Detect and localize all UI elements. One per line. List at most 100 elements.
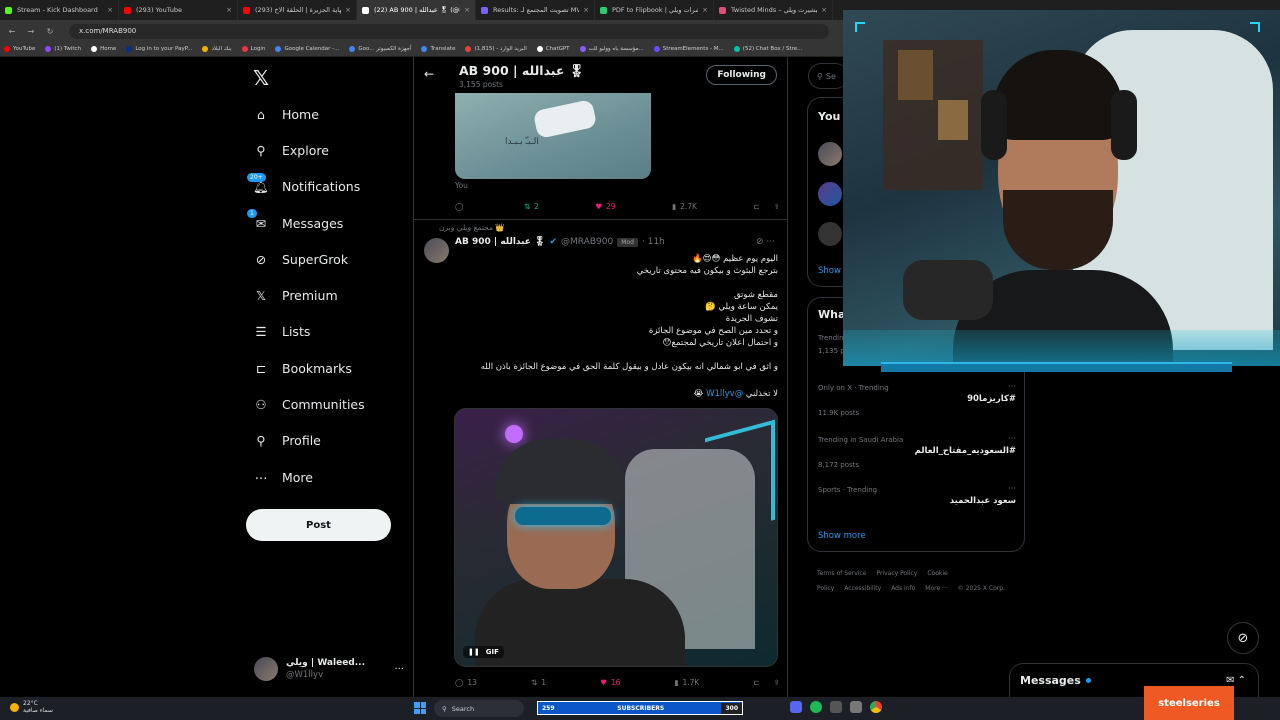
bookmark-item[interactable]: Translate <box>421 46 455 52</box>
spotify-icon[interactable] <box>810 701 822 713</box>
weather-widget[interactable]: 22°C سماء صافية <box>10 700 53 714</box>
show-more-link[interactable]: Show <box>818 266 841 276</box>
browser-tab[interactable]: (293) نهاية الجزيرة | الحلقة الاخ... × <box>238 0 357 20</box>
bookmark-button[interactable]: ⊏ ⇪ <box>753 678 780 687</box>
close-icon[interactable]: × <box>226 6 232 14</box>
footer-link[interactable]: © 2025 X Corp. <box>958 585 1005 592</box>
sidebar-item-premium[interactable]: 𝕏 Premium <box>246 277 365 313</box>
bookmark-button[interactable]: ⊏ ⇪ <box>753 202 780 211</box>
sidebar-item-bookmarks[interactable]: ⊏ Bookmarks <box>246 350 365 386</box>
footer-link[interactable]: More ··· <box>925 585 948 592</box>
following-button[interactable]: Following <box>706 65 777 85</box>
more-dots-icon[interactable]: ··· <box>1008 382 1016 391</box>
post-button[interactable]: Post <box>246 509 391 541</box>
trend-item[interactable]: Sports · Trending سعود عبدالحميد ··· <box>818 484 1016 506</box>
repost-button[interactable]: ⇅ 1 <box>531 678 546 687</box>
bookmark-item[interactable]: (1) Twitch <box>45 46 81 52</box>
more-dots-icon[interactable]: ··· <box>394 664 404 675</box>
post-time[interactable]: · 11h <box>642 237 665 247</box>
close-icon[interactable]: × <box>821 6 827 14</box>
sidebar-item-supergrok[interactable]: ⊘ SuperGrok <box>246 241 365 277</box>
bookmark-item[interactable]: Log in to your PayP... <box>126 46 192 52</box>
share-icon[interactable]: ⇪ <box>774 678 780 687</box>
mention-link[interactable]: @W1llyv <box>706 389 743 399</box>
avatar[interactable] <box>818 142 842 166</box>
x-logo-icon[interactable]: 𝕏 <box>253 66 269 90</box>
sidebar-item-lists[interactable]: ☰ Lists <box>246 314 365 350</box>
gif-pause-button[interactable]: ❚❚ GIF <box>463 646 504 658</box>
sidebar-item-messages[interactable]: ✉ 1 Messages <box>246 205 365 241</box>
compose-and-collapse-icons[interactable]: ✉ ⌃ <box>1226 675 1246 686</box>
footer-link[interactable]: Accessibility <box>844 585 881 592</box>
bookmark-item[interactable]: (52) Chat Box / Stre... <box>733 46 802 52</box>
url-input[interactable]: x.com/MRAB900 <box>69 23 829 39</box>
bookmark-item[interactable]: Home <box>91 46 116 52</box>
close-icon[interactable]: × <box>464 6 470 14</box>
more-dots-icon[interactable]: ··· <box>1008 434 1016 443</box>
bookmark-item[interactable]: ChatGPT <box>536 46 570 52</box>
author-name[interactable]: AB 900 | عبدالله 🎖 <box>455 237 546 247</box>
back-icon[interactable]: ← <box>6 27 18 36</box>
bookmark-item[interactable]: بنك البلاد <box>202 46 232 52</box>
close-icon[interactable]: × <box>107 6 113 14</box>
browser-tab[interactable]: (293) YouTube × <box>119 0 238 20</box>
sidebar-item-notifications[interactable]: 🔔︎ 20+ Notifications <box>246 169 365 205</box>
repost-button[interactable]: ⇅ 2 <box>524 202 539 211</box>
discord-icon[interactable] <box>790 701 802 713</box>
share-icon[interactable]: ⇪ <box>774 202 780 211</box>
reply-button[interactable]: ◯ 13 <box>455 678 477 687</box>
browser-tab[interactable]: Results: تصويت المجتمع لـ MVP... × <box>476 0 595 20</box>
show-more-link[interactable]: Show more <box>818 531 866 541</box>
bookmark-item[interactable]: YouTube <box>4 46 35 52</box>
like-button[interactable]: ♥ 29 <box>595 202 615 211</box>
trend-item[interactable]: Only on X · Trending #كاريزما90 11.9K post… <box>818 382 1016 417</box>
avatar[interactable] <box>424 238 449 263</box>
footer-link[interactable]: Terms of Service <box>817 570 866 577</box>
close-icon[interactable]: × <box>702 6 708 14</box>
sidebar-item-home[interactable]: ⌂ Home <box>246 96 365 132</box>
footer-link[interactable]: Ads info <box>891 585 915 592</box>
reply-button[interactable]: ◯ <box>455 202 467 211</box>
account-switcher[interactable]: ويلي | Waleed... @W1llyv ··· <box>254 654 404 684</box>
forward-icon[interactable]: → <box>25 27 37 36</box>
sidebar-item-explore[interactable]: ⚲ Explore <box>246 132 365 168</box>
back-arrow-icon[interactable]: ← <box>424 67 434 81</box>
views-button[interactable]: ▮ 1.7K <box>674 678 699 687</box>
app-icon[interactable] <box>850 701 862 713</box>
sidebar-item-more[interactable]: ⋯ More <box>246 459 365 495</box>
bookmark-item[interactable]: Login <box>241 46 265 52</box>
gif-light <box>505 425 523 443</box>
reload-icon[interactable]: ↻ <box>44 27 56 36</box>
grok-and-more-icons[interactable]: ⊘ ··· <box>756 237 775 247</box>
avatar[interactable] <box>818 222 842 246</box>
like-button[interactable]: ♥ 16 <box>600 678 620 687</box>
post-image[interactable]: الـبـّ بـبـدا <box>455 93 651 179</box>
close-icon[interactable]: × <box>583 6 589 14</box>
person-icon: ⚲ <box>256 433 266 449</box>
trend-item[interactable]: Trending in Saudi Arabia #السعوديه_مفتاح_… <box>818 434 1016 469</box>
taskbar-search[interactable]: ⚲ Search <box>434 700 524 717</box>
browser-tab[interactable]: Twisted Minds – تيشيرت ويلي × <box>714 0 833 20</box>
grok-fab-button[interactable]: ⊘ <box>1227 622 1259 654</box>
views-button[interactable]: ▮ 2.7K <box>672 202 697 211</box>
avatar[interactable] <box>818 182 842 206</box>
search-input[interactable]: ⚲ Se <box>808 63 848 89</box>
browser-tab[interactable]: Stream - Kick Dashboard × <box>0 0 119 20</box>
bookmark-item[interactable]: مؤسسة ياه ووليو للت... <box>579 46 644 52</box>
footer-link[interactable]: Privacy Policy <box>876 570 917 577</box>
bookmark-item[interactable]: البريد الوارد - (1,815) <box>465 46 527 52</box>
bookmark-item[interactable]: Google Calendar -... <box>275 46 339 52</box>
sidebar-item-profile[interactable]: ⚲ Profile <box>246 423 365 459</box>
sidebar-item-communities[interactable]: ⚇ Communities <box>246 386 364 422</box>
post-gif[interactable]: ❚❚ GIF <box>454 408 778 667</box>
app-icon[interactable] <box>830 701 842 713</box>
bookmark-item[interactable]: StreamElements - M... <box>653 46 724 52</box>
browser-tab[interactable]: (22) AB 900 | عبدالله 🎖 (@MRA... × <box>357 0 476 20</box>
chrome-icon[interactable] <box>870 701 882 713</box>
more-dots-icon[interactable]: ··· <box>1008 484 1016 493</box>
bookmark-item[interactable]: Goo... أجهزة الكمبيوتر <box>349 46 411 52</box>
windows-start-icon[interactable] <box>414 702 426 714</box>
author-handle[interactable]: @MRAB900 <box>561 237 613 247</box>
close-icon[interactable]: × <box>345 6 351 14</box>
browser-tab[interactable]: PDF to Flipbook | نشرات ويلي × <box>595 0 714 20</box>
